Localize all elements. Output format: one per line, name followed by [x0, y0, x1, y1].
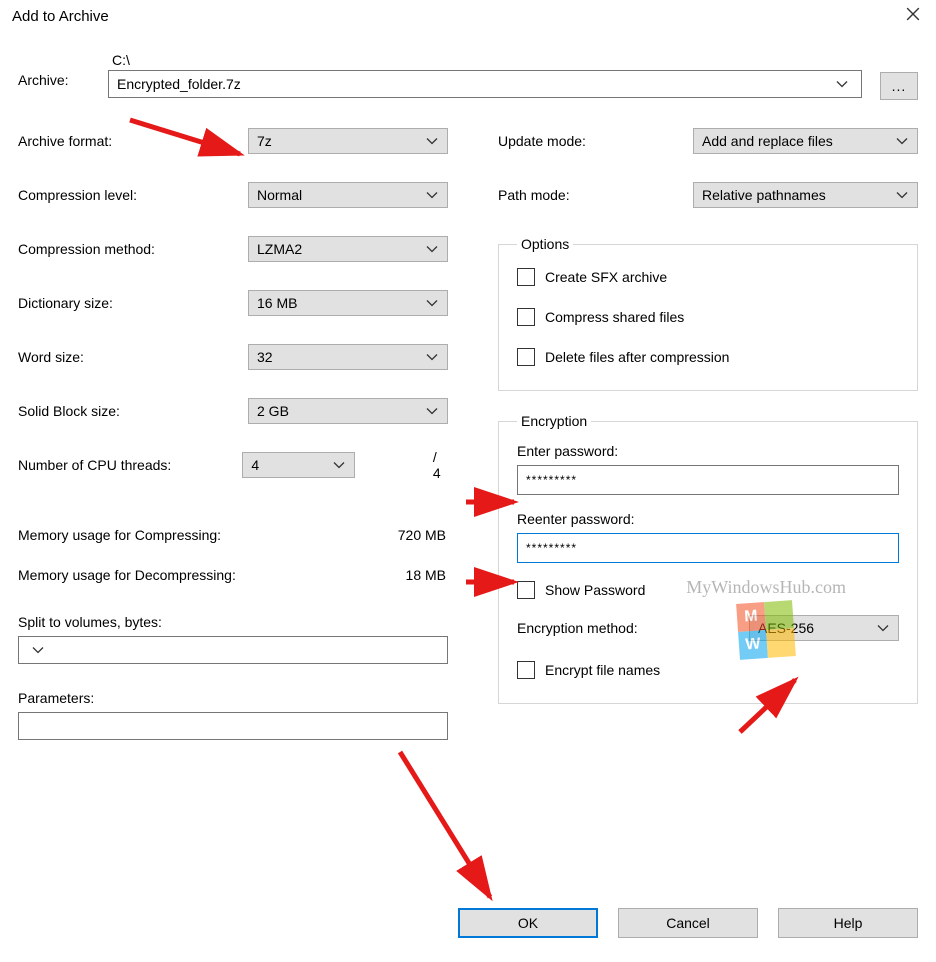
show-password-checkbox[interactable] — [517, 581, 535, 599]
split-label: Split to volumes, bytes: — [18, 614, 448, 630]
format-value: 7z — [257, 133, 421, 149]
chevron-down-icon — [421, 135, 443, 147]
encrypt-names-label: Encrypt file names — [545, 662, 660, 678]
mem-decomp-value: 18 MB — [368, 567, 448, 583]
chevron-down-icon — [421, 351, 443, 363]
cancel-button[interactable]: Cancel — [618, 908, 758, 938]
dict-label: Dictionary size: — [18, 295, 248, 311]
ok-label: OK — [518, 915, 538, 931]
encryption-legend: Encryption — [517, 413, 591, 429]
archive-filename-dropdown[interactable]: Encrypted_folder.7z — [108, 70, 862, 98]
format-dropdown[interactable]: 7z — [248, 128, 448, 154]
ok-button[interactable]: OK — [458, 908, 598, 938]
chevron-down-icon — [421, 405, 443, 417]
shared-label: Compress shared files — [545, 309, 684, 325]
chevron-down-icon — [872, 622, 894, 634]
chevron-down-icon — [27, 644, 49, 656]
params-label: Parameters: — [18, 690, 448, 706]
browse-button[interactable]: ... — [880, 72, 918, 100]
dict-value: 16 MB — [257, 295, 421, 311]
options-fieldset: Options Create SFX archive Compress shar… — [498, 236, 918, 391]
level-dropdown[interactable]: Normal — [248, 182, 448, 208]
enter-password-input[interactable]: ********* — [517, 465, 899, 495]
help-button[interactable]: Help — [778, 908, 918, 938]
help-label: Help — [834, 915, 863, 931]
solid-label: Solid Block size: — [18, 403, 248, 419]
window-title: Add to Archive — [12, 8, 890, 25]
mem-comp-value: 720 MB — [368, 527, 448, 543]
cpu-dropdown[interactable]: 4 — [242, 452, 355, 478]
cpu-label: Number of CPU threads: — [18, 457, 242, 473]
sfx-label: Create SFX archive — [545, 269, 667, 285]
chevron-down-icon — [421, 243, 443, 255]
annotation-arrow-icon — [400, 752, 520, 915]
word-label: Word size: — [18, 349, 248, 365]
chevron-down-icon — [421, 189, 443, 201]
params-input[interactable] — [18, 712, 448, 740]
chevron-down-icon — [891, 135, 913, 147]
delete-label: Delete files after compression — [545, 349, 729, 365]
word-value: 32 — [257, 349, 421, 365]
method-value: LZMA2 — [257, 241, 421, 257]
chevron-down-icon — [421, 297, 443, 309]
level-label: Compression level: — [18, 187, 248, 203]
archive-path: C:\ — [108, 52, 862, 68]
cpu-total: / 4 — [433, 449, 448, 481]
watermark-text: MyWindowsHub.com — [686, 577, 846, 598]
mem-decomp-label: Memory usage for Decompressing: — [18, 567, 368, 583]
watermark-logo-icon: MW — [736, 600, 796, 660]
pathmode-label: Path mode: — [498, 187, 693, 203]
archive-label: Archive: — [18, 52, 108, 88]
cpu-value: 4 — [251, 457, 328, 473]
chevron-down-icon — [831, 78, 853, 90]
encryption-fieldset: Encryption Enter password: ********* Ree… — [498, 413, 918, 704]
enter-password-label: Enter password: — [517, 443, 899, 459]
reenter-password-label: Reenter password: — [517, 511, 899, 527]
pathmode-value: Relative pathnames — [702, 187, 891, 203]
dict-dropdown[interactable]: 16 MB — [248, 290, 448, 316]
reenter-password-value: ********* — [526, 541, 577, 555]
method-label: Compression method: — [18, 241, 248, 257]
enter-password-value: ********* — [526, 473, 577, 487]
chevron-down-icon — [328, 459, 350, 471]
update-dropdown[interactable]: Add and replace files — [693, 128, 918, 154]
update-value: Add and replace files — [702, 133, 891, 149]
update-label: Update mode: — [498, 133, 693, 149]
method-dropdown[interactable]: LZMA2 — [248, 236, 448, 262]
chevron-down-icon — [891, 189, 913, 201]
word-dropdown[interactable]: 32 — [248, 344, 448, 370]
browse-label: ... — [892, 78, 907, 94]
archive-filename: Encrypted_folder.7z — [117, 76, 831, 92]
solid-value: 2 GB — [257, 403, 421, 419]
show-password-label: Show Password — [545, 582, 645, 598]
mem-comp-label: Memory usage for Compressing: — [18, 527, 368, 543]
reenter-password-input[interactable]: ********* — [517, 533, 899, 563]
split-dropdown[interactable] — [18, 636, 448, 664]
watermark: MyWindowsHub.com MW — [686, 577, 846, 658]
encrypt-names-checkbox[interactable] — [517, 661, 535, 679]
options-legend: Options — [517, 236, 573, 252]
format-label: Archive format: — [18, 133, 248, 149]
delete-checkbox[interactable] — [517, 348, 535, 366]
close-icon — [906, 6, 920, 26]
cancel-label: Cancel — [666, 915, 710, 931]
pathmode-dropdown[interactable]: Relative pathnames — [693, 182, 918, 208]
sfx-checkbox[interactable] — [517, 268, 535, 286]
solid-dropdown[interactable]: 2 GB — [248, 398, 448, 424]
close-button[interactable] — [890, 0, 936, 32]
shared-checkbox[interactable] — [517, 308, 535, 326]
level-value: Normal — [257, 187, 421, 203]
titlebar: Add to Archive — [0, 0, 936, 32]
